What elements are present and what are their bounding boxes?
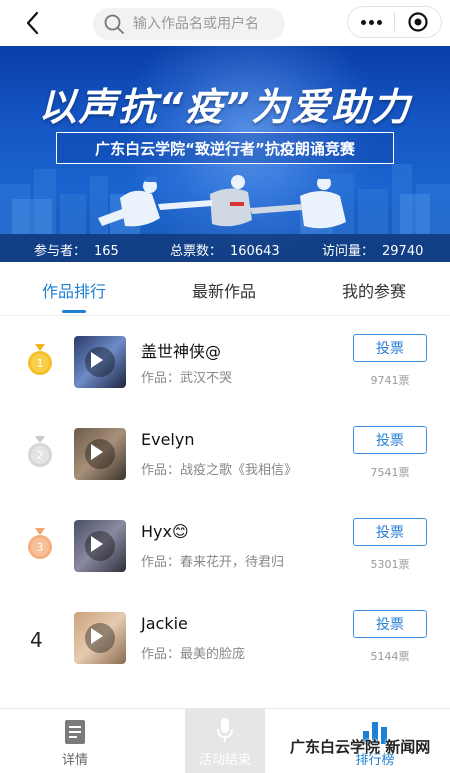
vote-count: 5301票 [370, 558, 410, 571]
banner-subtitle: 广东白云学院“致逆行者”抗疫朗诵竞赛 [56, 132, 394, 164]
vote-button[interactable]: 投票 [353, 426, 427, 454]
rank-number: 1 [37, 357, 44, 370]
stat-total-votes: 总票数： 160643 [170, 244, 280, 259]
more-icon[interactable] [348, 7, 394, 37]
rank-number: 2 [37, 449, 44, 462]
watermark-text: 广东白云学院 新闻网 [290, 738, 431, 756]
stat-visits: 访问量： 29740 [322, 244, 424, 259]
play-icon [91, 444, 103, 460]
tab-ranking[interactable]: 作品排行 [42, 278, 106, 302]
mini-program-capsule [347, 6, 442, 38]
silver-medal-icon: 2 [28, 436, 52, 467]
back-icon[interactable] [20, 9, 48, 37]
vote-button[interactable]: 投票 [353, 518, 427, 546]
vote-button[interactable]: 投票 [353, 610, 427, 638]
tab-my-entries[interactable]: 我的参赛 [342, 278, 406, 302]
work-title: 作品：最美的脸庞 [141, 647, 246, 662]
list-item: 4 Jackie 作品：最美的脸庞 投票 5144票 [0, 592, 450, 684]
nav-details-label: 详情 [61, 753, 88, 768]
tab-bar: 作品排行 最新作品 我的参赛 [0, 262, 450, 316]
search-icon [104, 14, 124, 34]
work-thumbnail[interactable] [74, 612, 126, 664]
nav-activity-ended[interactable]: 活动结束 [185, 709, 265, 773]
rank-number: 3 [37, 541, 44, 554]
vote-button[interactable]: 投票 [353, 334, 427, 362]
user-name: Jackie [141, 614, 188, 633]
event-banner: 以声抗“疫”为爱助力 广东白云学院“致逆行者”抗疫朗诵竞赛 参与者： 165 总票… [0, 46, 450, 262]
work-title: 作品：战疫之歌《我相信》 [141, 463, 298, 478]
play-icon [91, 628, 103, 644]
list-item: 1 盖世神侠@ 作品：武汉不哭 投票 9741票 [0, 316, 450, 408]
work-thumbnail[interactable] [74, 428, 126, 480]
work-title: 作品：春来花开，待君归 [141, 555, 285, 570]
vote-count: 7541票 [370, 466, 410, 479]
target-icon[interactable] [395, 7, 441, 37]
list-item: 2 Evelyn 作品：战疫之歌《我相信》 投票 7541票 [0, 408, 450, 500]
work-title: 作品：武汉不哭 [141, 371, 233, 386]
nav-activity-ended-label: 活动结束 [198, 753, 251, 768]
medical-workers-illustration [98, 173, 346, 229]
work-thumbnail[interactable] [74, 336, 126, 388]
search-box[interactable] [93, 8, 285, 40]
vote-count: 9741票 [370, 374, 410, 387]
play-icon [91, 352, 103, 368]
user-name: 盖世神侠@ [141, 342, 222, 361]
list-item: 3 Hyx😊 作品：春来花开，待君归 投票 5301票 [0, 500, 450, 592]
user-name: Evelyn [141, 430, 195, 449]
tab-indicator [62, 310, 86, 313]
stat-participants: 参与者： 165 [34, 244, 119, 259]
rank-number: 4 [30, 628, 43, 652]
document-icon [65, 720, 85, 744]
banner-title: 以声抗“疫”为爱助力 [38, 85, 412, 129]
user-name: Hyx😊 [141, 522, 189, 541]
bronze-medal-icon: 3 [28, 528, 52, 559]
vote-count: 5144票 [370, 650, 410, 663]
work-thumbnail[interactable] [74, 520, 126, 572]
nav-details[interactable]: 详情 [35, 709, 115, 773]
tab-latest[interactable]: 最新作品 [192, 278, 256, 302]
microphone-icon [217, 718, 233, 742]
top-bar [0, 0, 450, 46]
play-icon [91, 536, 103, 552]
gold-medal-icon: 1 [28, 344, 52, 375]
search-input[interactable] [133, 16, 268, 32]
stats-bar: 参与者： 165 总票数： 160643 访问量： 29740 [0, 234, 450, 262]
